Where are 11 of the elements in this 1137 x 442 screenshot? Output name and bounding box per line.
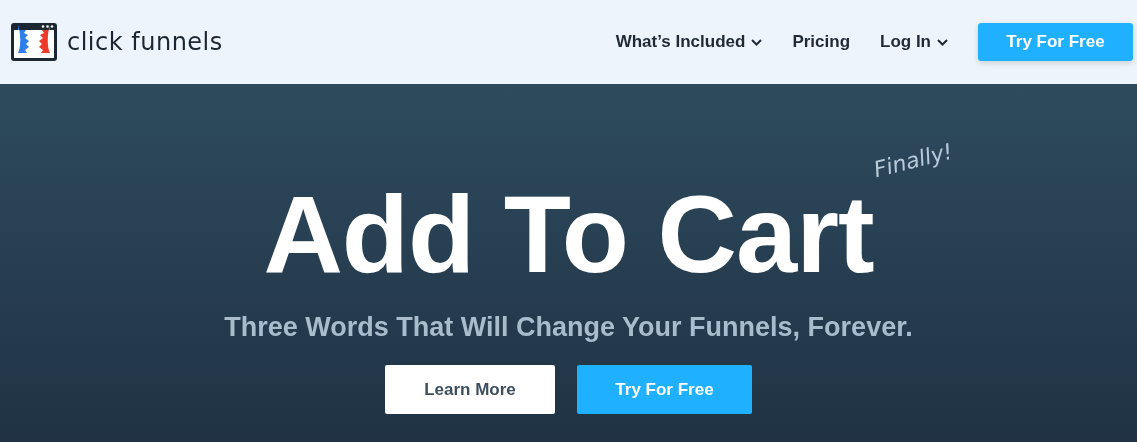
chevron-down-icon (937, 38, 948, 46)
nav-link[interactable]: Log In (880, 32, 948, 52)
nav-link[interactable]: Pricing (792, 32, 850, 52)
learn-more-button[interactable]: Learn More (385, 365, 555, 414)
tagline: Finally! (871, 138, 956, 183)
nav-link[interactable]: What’s Included (615, 32, 763, 52)
logo-icon (10, 22, 58, 62)
hero-title: Add To Cart (263, 178, 874, 290)
hero-subtitle: Three Words That Will Change Your Funnels, Forever. (224, 312, 913, 343)
logo-text[interactable]: click funnels (67, 28, 223, 56)
chevron-down-icon (751, 38, 763, 46)
